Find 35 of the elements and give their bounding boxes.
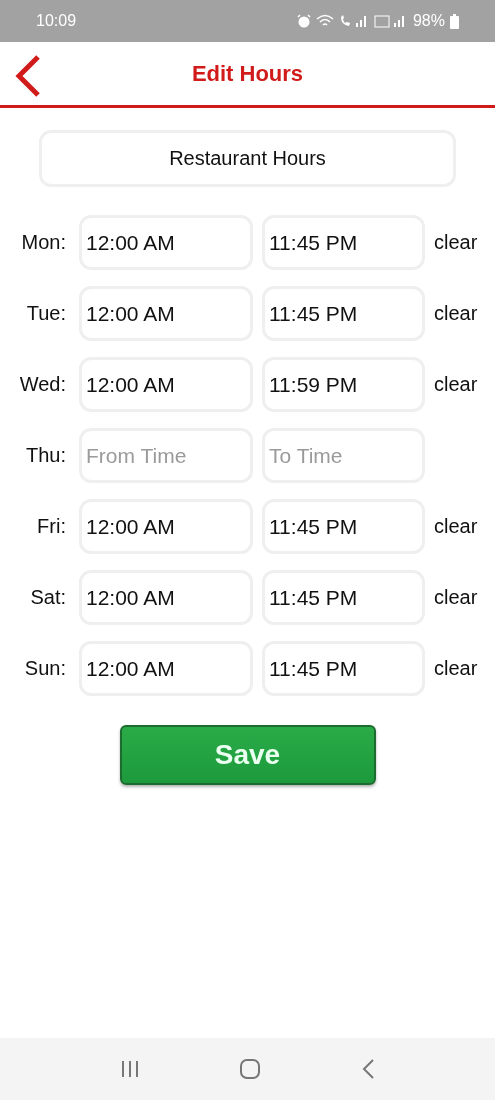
- day-label: Sun:: [23, 657, 67, 680]
- to-time-field[interactable]: 11:45 PM: [262, 215, 425, 270]
- to-time-field[interactable]: 11:59 PM: [262, 357, 425, 412]
- day-label: Tue:: [25, 302, 67, 325]
- to-time-field[interactable]: To Time: [262, 428, 425, 483]
- day-label: Fri:: [36, 515, 67, 538]
- day-label: Wed:: [18, 373, 67, 396]
- call-signal-icon: [338, 14, 369, 28]
- clear-link[interactable]: clear: [434, 657, 478, 680]
- from-time-field[interactable]: 12:00 AM: [79, 641, 253, 696]
- from-time-field[interactable]: 12:00 AM: [79, 215, 253, 270]
- wifi-icon: [315, 14, 334, 28]
- clear-link[interactable]: clear: [434, 515, 478, 538]
- section-label: Restaurant Hours: [39, 130, 456, 187]
- clear-link[interactable]: clear: [434, 373, 478, 396]
- from-time-field[interactable]: 12:00 AM: [79, 286, 253, 341]
- clear-link[interactable]: clear: [434, 586, 478, 609]
- status-time: 10:09: [36, 12, 77, 30]
- to-time-field[interactable]: 11:45 PM: [262, 570, 425, 625]
- clear-link[interactable]: clear: [434, 302, 478, 325]
- from-time-field[interactable]: 12:00 AM: [79, 357, 253, 412]
- to-time-field[interactable]: 11:45 PM: [262, 286, 425, 341]
- from-time-field[interactable]: From Time: [79, 428, 253, 483]
- battery-percent: 98%: [412, 12, 445, 30]
- battery-icon: [450, 13, 459, 29]
- to-time-field[interactable]: 11:45 PM: [262, 641, 425, 696]
- clear-link[interactable]: clear: [434, 231, 478, 254]
- from-time-field[interactable]: 12:00 AM: [79, 499, 253, 554]
- day-label: Mon:: [20, 231, 67, 254]
- to-time-field[interactable]: 11:45 PM: [262, 499, 425, 554]
- from-time-field[interactable]: 12:00 AM: [79, 570, 253, 625]
- alarm-icon: [296, 14, 311, 28]
- day-label: Sat:: [29, 586, 67, 609]
- day-label: Thu:: [24, 444, 67, 467]
- page-title: Edit Hours: [191, 60, 304, 87]
